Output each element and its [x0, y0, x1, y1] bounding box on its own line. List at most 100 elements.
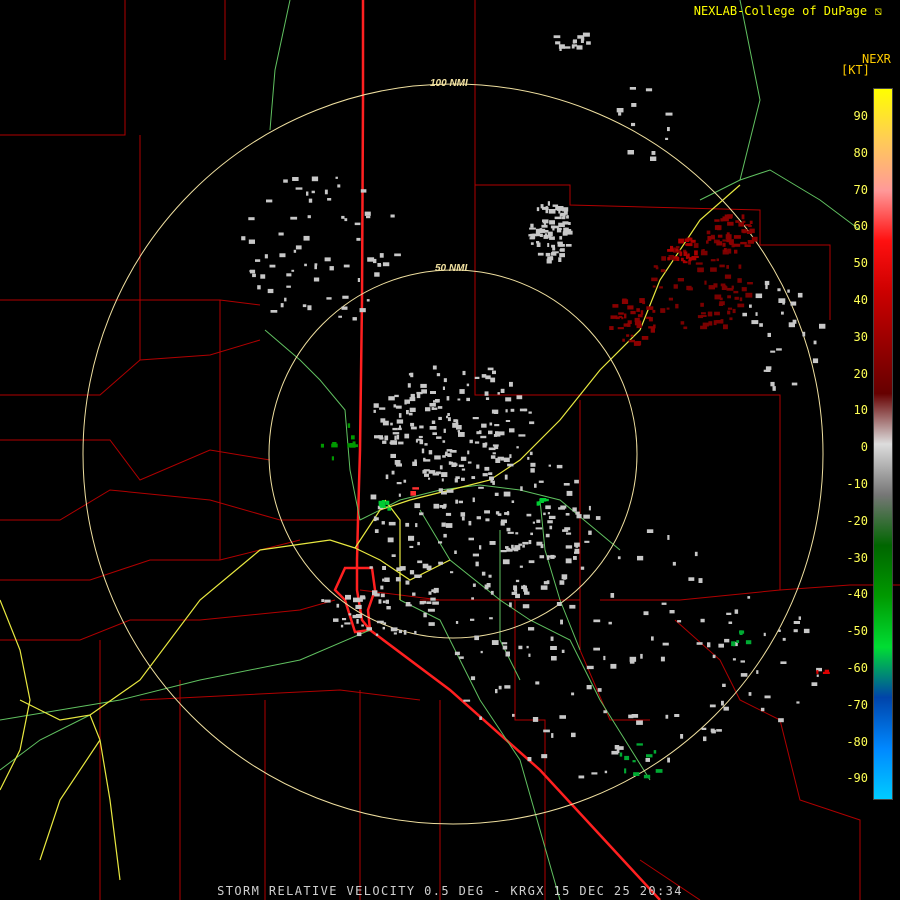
echo-pixel: [382, 566, 386, 570]
echo-pixel: [433, 400, 439, 403]
echo-pixel: [701, 312, 706, 315]
echo-pixel: [723, 248, 727, 252]
echo-pixel: [630, 310, 636, 315]
echo-pixel: [547, 520, 553, 524]
echo-pixel: [535, 681, 540, 685]
echo-pixel: [507, 547, 511, 552]
echo-pixel: [652, 285, 656, 288]
echo-pixel: [566, 532, 572, 535]
echo-pixel: [541, 754, 548, 759]
echo-pixel: [787, 289, 790, 293]
echo-pixel: [469, 439, 473, 444]
echo-pixel: [472, 497, 475, 503]
echo-pixel: [746, 230, 753, 234]
echo-pixel: [733, 235, 741, 239]
echo-pixel: [636, 743, 643, 746]
echo-pixel: [474, 635, 479, 641]
echo-pixel: [522, 544, 525, 548]
echo-pixel: [420, 383, 427, 388]
echo-pixel: [497, 392, 500, 395]
echo-pixel: [441, 472, 448, 477]
echo-pixel: [286, 273, 292, 277]
echo-pixel: [475, 561, 479, 567]
echo-pixel: [446, 489, 454, 493]
echo-pixel: [619, 752, 623, 757]
echo-pixel: [713, 320, 717, 326]
echo-pixel: [665, 137, 669, 140]
echo-pixel: [542, 206, 549, 210]
echo-pixel: [397, 427, 402, 431]
echo-pixel: [295, 245, 302, 250]
echo-pixel: [437, 406, 443, 409]
echo-pixel: [565, 513, 570, 516]
echo-pixel: [355, 604, 362, 609]
echo-pixel: [433, 590, 437, 594]
range-ring-50: [268, 269, 638, 639]
echo-pixel: [727, 295, 731, 299]
echo-pixel: [710, 728, 715, 733]
echo-pixel: [418, 575, 422, 578]
echo-pixel: [646, 529, 654, 533]
echo-pixel: [279, 253, 286, 258]
echo-pixel: [489, 422, 493, 426]
echo-pixel: [418, 435, 423, 438]
echo-pixel: [438, 541, 443, 544]
echo-pixel: [344, 622, 351, 625]
echo-pixel: [485, 397, 490, 400]
echo-pixel: [441, 478, 444, 482]
echo-pixel: [728, 621, 733, 624]
echo-pixel: [494, 446, 499, 450]
echo-pixel: [645, 88, 653, 92]
echo-pixel: [559, 715, 566, 719]
echo-pixel: [717, 234, 723, 238]
echo-pixel: [380, 585, 384, 590]
echo-pixel: [530, 468, 535, 473]
echo-pixel: [534, 483, 537, 488]
echo-pixel: [724, 274, 732, 279]
echo-pixel: [461, 477, 465, 481]
echo-pixel: [266, 199, 273, 203]
echo-pixel: [468, 537, 474, 541]
echo-pixel: [563, 483, 570, 486]
echo-pixel: [542, 219, 549, 224]
echo-pixel: [545, 252, 551, 257]
echo-pixel: [494, 424, 500, 427]
echo-pixel: [631, 103, 637, 107]
echo-pixel: [653, 750, 657, 754]
echo-pixel: [719, 297, 723, 301]
scale-label: 50: [853, 256, 868, 271]
echo-pixel: [708, 236, 715, 240]
echo-pixel: [550, 636, 554, 641]
echo-pixel: [668, 297, 673, 301]
echo-pixel: [539, 498, 546, 501]
echo-pixel: [796, 701, 800, 704]
echo-pixel: [432, 365, 437, 370]
echo-pixel: [412, 461, 417, 466]
echo-pixel: [479, 716, 482, 720]
echo-pixel: [665, 112, 673, 116]
echo-pixel: [543, 512, 546, 516]
echo-pixel: [603, 710, 607, 714]
echo-pixel: [793, 621, 800, 624]
echo-pixel: [714, 219, 720, 222]
echo-pixel: [667, 257, 670, 261]
echo-pixel: [727, 221, 734, 226]
echo-pixel: [547, 256, 554, 261]
echo-pixel: [655, 769, 663, 773]
echo-pixel: [442, 506, 446, 509]
echo-pixel: [490, 590, 494, 595]
echo-pixel: [530, 223, 534, 228]
echo-pixel: [484, 391, 489, 396]
echo-pixel: [571, 692, 575, 696]
echo-pixel: [384, 577, 390, 582]
echo-pixel: [472, 583, 476, 587]
echo-pixel: [414, 503, 421, 509]
echo-pixel: [524, 591, 530, 595]
echo-pixel: [770, 350, 776, 353]
echo-pixel: [456, 425, 462, 430]
echo-pixel: [416, 438, 422, 441]
echo-pixel: [724, 638, 730, 643]
echo-pixel: [556, 602, 562, 606]
echo-pixel: [515, 532, 519, 535]
echo-pixel: [467, 450, 470, 455]
